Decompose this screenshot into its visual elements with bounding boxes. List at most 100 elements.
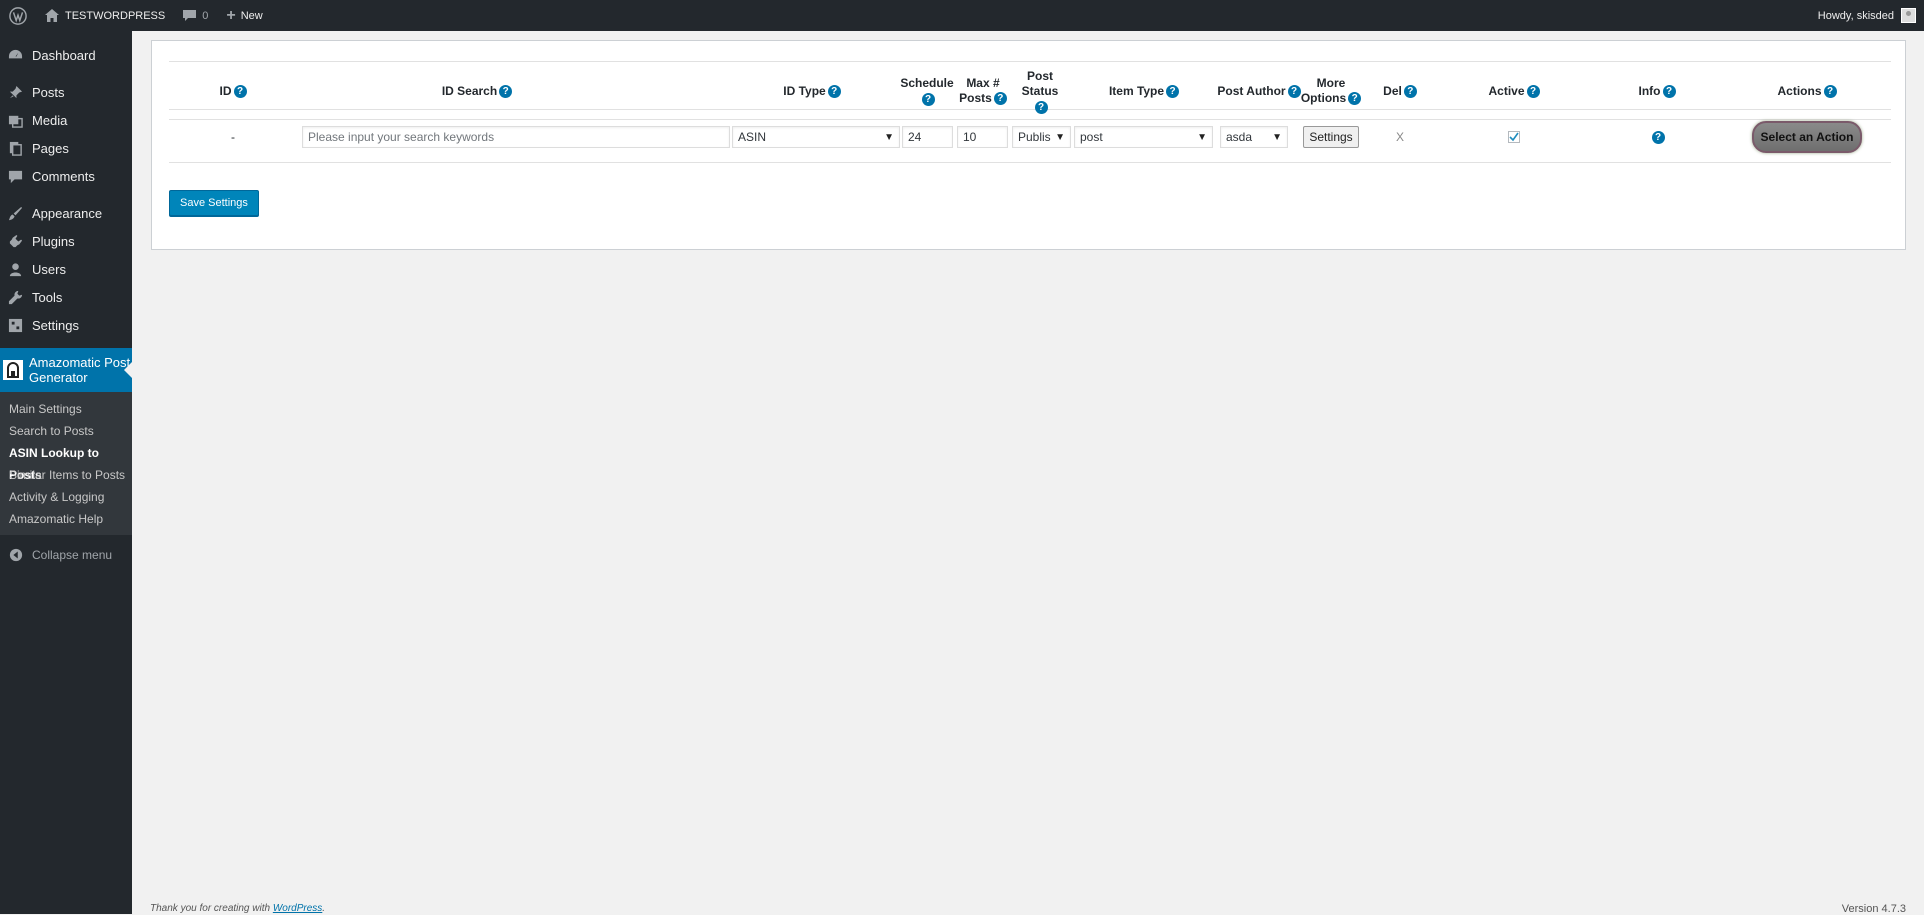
menu-label: Tools — [32, 289, 63, 305]
footer-thanks: Thank you for creating with WordPress. — [150, 903, 326, 914]
dropdown-arrow-icon: ▼ — [1272, 131, 1282, 143]
menu-plugins[interactable]: Plugins — [0, 227, 132, 255]
header-id-search: ID Search? — [297, 68, 657, 114]
header-actions: Actions? — [1723, 68, 1891, 114]
header-more-options: More Options? — [1299, 68, 1363, 114]
my-account[interactable]: Howdy, skisded — [1818, 8, 1924, 23]
menu-posts[interactable]: Posts — [0, 78, 132, 106]
header-active: Active? — [1437, 68, 1591, 114]
collapse-label: Collapse menu — [32, 548, 113, 562]
header-max-posts: Max # Posts? — [955, 68, 1011, 114]
help-icon[interactable]: ? — [1403, 84, 1417, 98]
save-settings-button[interactable]: Save Settings — [169, 190, 259, 216]
new-label: New — [240, 9, 263, 22]
delete-rule-button[interactable]: X — [1363, 126, 1437, 148]
menu-pages[interactable]: Pages — [0, 134, 132, 162]
plugin-submenu: Main Settings Search to Posts ASIN Looku… — [0, 392, 132, 535]
comments-count: 0 — [202, 9, 209, 22]
max-posts-input[interactable] — [957, 126, 1008, 148]
menu-dashboard[interactable]: Dashboard — [0, 41, 132, 69]
help-icon[interactable]: ? — [1526, 84, 1540, 98]
menu-label: Plugins — [32, 233, 75, 249]
help-icon[interactable]: ? — [993, 92, 1007, 105]
menu-label: Posts — [32, 84, 65, 100]
rules-panel: ID? ID Search? ID Type? Schedule ? Max #… — [151, 40, 1906, 250]
dropdown-arrow-icon: ▼ — [1197, 131, 1207, 143]
admin-bar: TESTWORDPRESS 0 + New Howdy, skisded — [0, 0, 1924, 31]
header-post-author: Post Author? — [1214, 68, 1304, 114]
item-type-select[interactable]: post ▼ — [1074, 126, 1213, 148]
schedule-input[interactable] — [902, 126, 953, 148]
post-author-select[interactable]: asda ▼ — [1220, 126, 1288, 148]
wordpress-logo-icon[interactable] — [0, 0, 36, 31]
howdy-text: Howdy, skisded — [1817, 9, 1894, 22]
help-icon[interactable]: ? — [1662, 84, 1676, 98]
help-icon[interactable]: ? — [1823, 84, 1837, 98]
active-checkbox[interactable] — [1508, 131, 1520, 143]
menu-settings[interactable]: Settings — [0, 311, 132, 339]
checkmark-icon — [1509, 132, 1519, 142]
user-icon — [7, 261, 24, 278]
help-icon[interactable]: ? — [827, 84, 841, 98]
menu-label: Users — [32, 261, 66, 277]
settings-icon — [7, 317, 24, 334]
more-options-settings-button[interactable]: Settings — [1303, 126, 1359, 148]
plus-icon: + — [226, 6, 236, 24]
dropdown-arrow-icon: ▼ — [1055, 131, 1065, 143]
id-search-input[interactable] — [302, 126, 730, 148]
comments-link[interactable]: 0 — [174, 0, 217, 31]
plugin-name-line1: Amazomatic Post — [29, 355, 131, 370]
wrench-icon — [7, 289, 24, 306]
submenu-main-settings[interactable]: Main Settings — [0, 398, 132, 420]
info-help-icon[interactable]: ? — [1651, 130, 1665, 144]
plug-icon — [7, 233, 24, 250]
id-type-select[interactable]: ASIN ▼ — [732, 126, 900, 148]
submenu-similar-items[interactable]: Similar Items to Posts — [0, 464, 132, 486]
comment-bubble-icon — [183, 9, 197, 22]
comment-icon — [7, 168, 24, 185]
pages-icon — [7, 140, 24, 157]
menu-comments[interactable]: Comments — [0, 162, 132, 190]
submenu-activity-logging[interactable]: Activity & Logging — [0, 486, 132, 508]
menu-tools[interactable]: Tools — [0, 283, 132, 311]
media-icon — [7, 112, 24, 129]
menu-label: Dashboard — [32, 47, 96, 63]
header-id-type: ID Type? — [729, 68, 895, 114]
help-icon[interactable]: ? — [499, 84, 513, 98]
header-del: Del? — [1363, 68, 1437, 114]
dropdown-arrow-icon: ▼ — [884, 131, 894, 143]
header-schedule: Schedule ? — [900, 76, 954, 106]
admin-menu: Dashboard Posts Media Pages Comments App… — [0, 31, 132, 914]
collapse-menu[interactable]: Collapse menu — [0, 541, 132, 569]
help-icon[interactable]: ? — [1034, 100, 1048, 114]
menu-media[interactable]: Media — [0, 106, 132, 134]
row-id: - — [231, 130, 235, 144]
menu-label: Comments — [32, 168, 95, 184]
menu-appearance[interactable]: Appearance — [0, 199, 132, 227]
submenu-asin-lookup[interactable]: ASIN Lookup to Posts — [0, 442, 132, 482]
wordpress-link[interactable]: WordPress — [273, 903, 322, 914]
submenu-amazomatic-help[interactable]: Amazomatic Help — [0, 508, 132, 530]
select-action-button[interactable]: Select an Action — [1752, 121, 1862, 153]
footer-version: Version 4.7.3 — [1841, 903, 1906, 915]
home-icon — [45, 9, 59, 22]
plugin-name-line2: Generator — [29, 370, 88, 385]
menu-label: Pages — [32, 140, 69, 156]
help-icon[interactable]: ? — [921, 93, 935, 106]
brush-icon — [7, 205, 24, 222]
menu-amazomatic[interactable]: Amazomatic Post Generator — [0, 348, 132, 392]
dashboard-icon — [7, 47, 24, 64]
post-status-select[interactable]: Publis ▼ — [1012, 126, 1071, 148]
new-content-link[interactable]: + New — [217, 0, 271, 31]
menu-users[interactable]: Users — [0, 255, 132, 283]
submenu-search-to-posts[interactable]: Search to Posts — [0, 420, 132, 442]
site-name-link[interactable]: TESTWORDPRESS — [36, 0, 174, 31]
help-icon[interactable]: ? — [1166, 84, 1180, 98]
amazomatic-logo-icon — [3, 360, 23, 380]
avatar[interactable] — [1901, 8, 1916, 23]
menu-label: Settings — [32, 317, 79, 333]
header-post-status: Post Status ? — [1021, 68, 1059, 114]
help-icon[interactable]: ? — [1348, 92, 1362, 105]
help-icon[interactable]: ? — [233, 84, 247, 98]
pin-icon — [7, 84, 24, 101]
